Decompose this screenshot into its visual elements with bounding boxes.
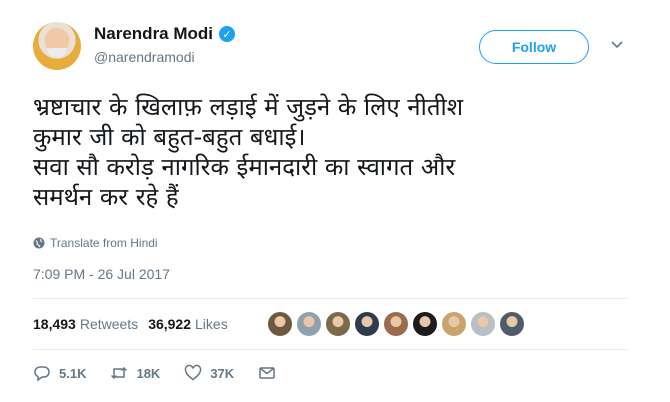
author-name[interactable]: Narendra Modi (94, 24, 213, 44)
retweet-icon (111, 366, 128, 380)
author-handle[interactable]: @narendramodi (94, 49, 195, 65)
liker-avatars (267, 311, 525, 337)
chevron-down-icon[interactable] (610, 38, 624, 52)
follow-button[interactable]: Follow (479, 30, 589, 64)
tweet-actions: 5.1K 18K 37K (33, 364, 300, 382)
divider-bottom (33, 349, 628, 350)
likes-stat[interactable]: 36,922 Likes (148, 316, 228, 332)
direct-message-button[interactable] (258, 364, 276, 382)
author-avatar[interactable] (33, 22, 81, 70)
liker-avatar[interactable] (267, 311, 293, 337)
retweet-button[interactable]: 18K (110, 364, 160, 382)
liker-avatar[interactable] (383, 311, 409, 337)
reply-count: 5.1K (59, 365, 87, 381)
verified-badge-icon: ✓ (219, 26, 236, 42)
liker-avatar[interactable] (499, 311, 525, 337)
globe-icon (33, 237, 45, 249)
like-count: 37K (210, 365, 235, 381)
retweets-label: Retweets (79, 316, 139, 332)
tweet-text: भ्रष्टाचार के खिलाफ़ लड़ाई में जुड़ने के… (33, 93, 464, 211)
likes-label: Likes (195, 316, 228, 332)
liker-avatar[interactable] (441, 311, 467, 337)
reply-button[interactable]: 5.1K (33, 364, 86, 382)
retweets-stat[interactable]: 18,493 Retweets (33, 316, 138, 332)
author-name-row[interactable]: Narendra Modi ✓ (94, 24, 236, 44)
heart-icon (185, 364, 202, 381)
liker-avatar[interactable] (325, 311, 351, 337)
liker-avatar[interactable] (470, 311, 496, 337)
liker-avatar[interactable] (296, 311, 322, 337)
likes-count: 36,922 (148, 316, 192, 332)
retweets-count: 18,493 (33, 316, 76, 332)
envelope-icon (259, 367, 275, 379)
divider-top (33, 298, 628, 299)
reply-icon (34, 366, 50, 382)
liker-avatar[interactable] (412, 311, 438, 337)
translate-label[interactable]: Translate from Hindi (50, 236, 158, 250)
tweet-timestamp[interactable]: 7:09 PM - 26 Jul 2017 (33, 266, 170, 282)
retweet-count: 18K (136, 365, 161, 381)
translate-link[interactable]: Translate from Hindi (33, 236, 158, 250)
liker-avatar[interactable] (354, 311, 380, 337)
like-button[interactable]: 37K (184, 364, 234, 382)
tweet-stats: 18,493 Retweets 36,922 Likes (33, 316, 228, 332)
